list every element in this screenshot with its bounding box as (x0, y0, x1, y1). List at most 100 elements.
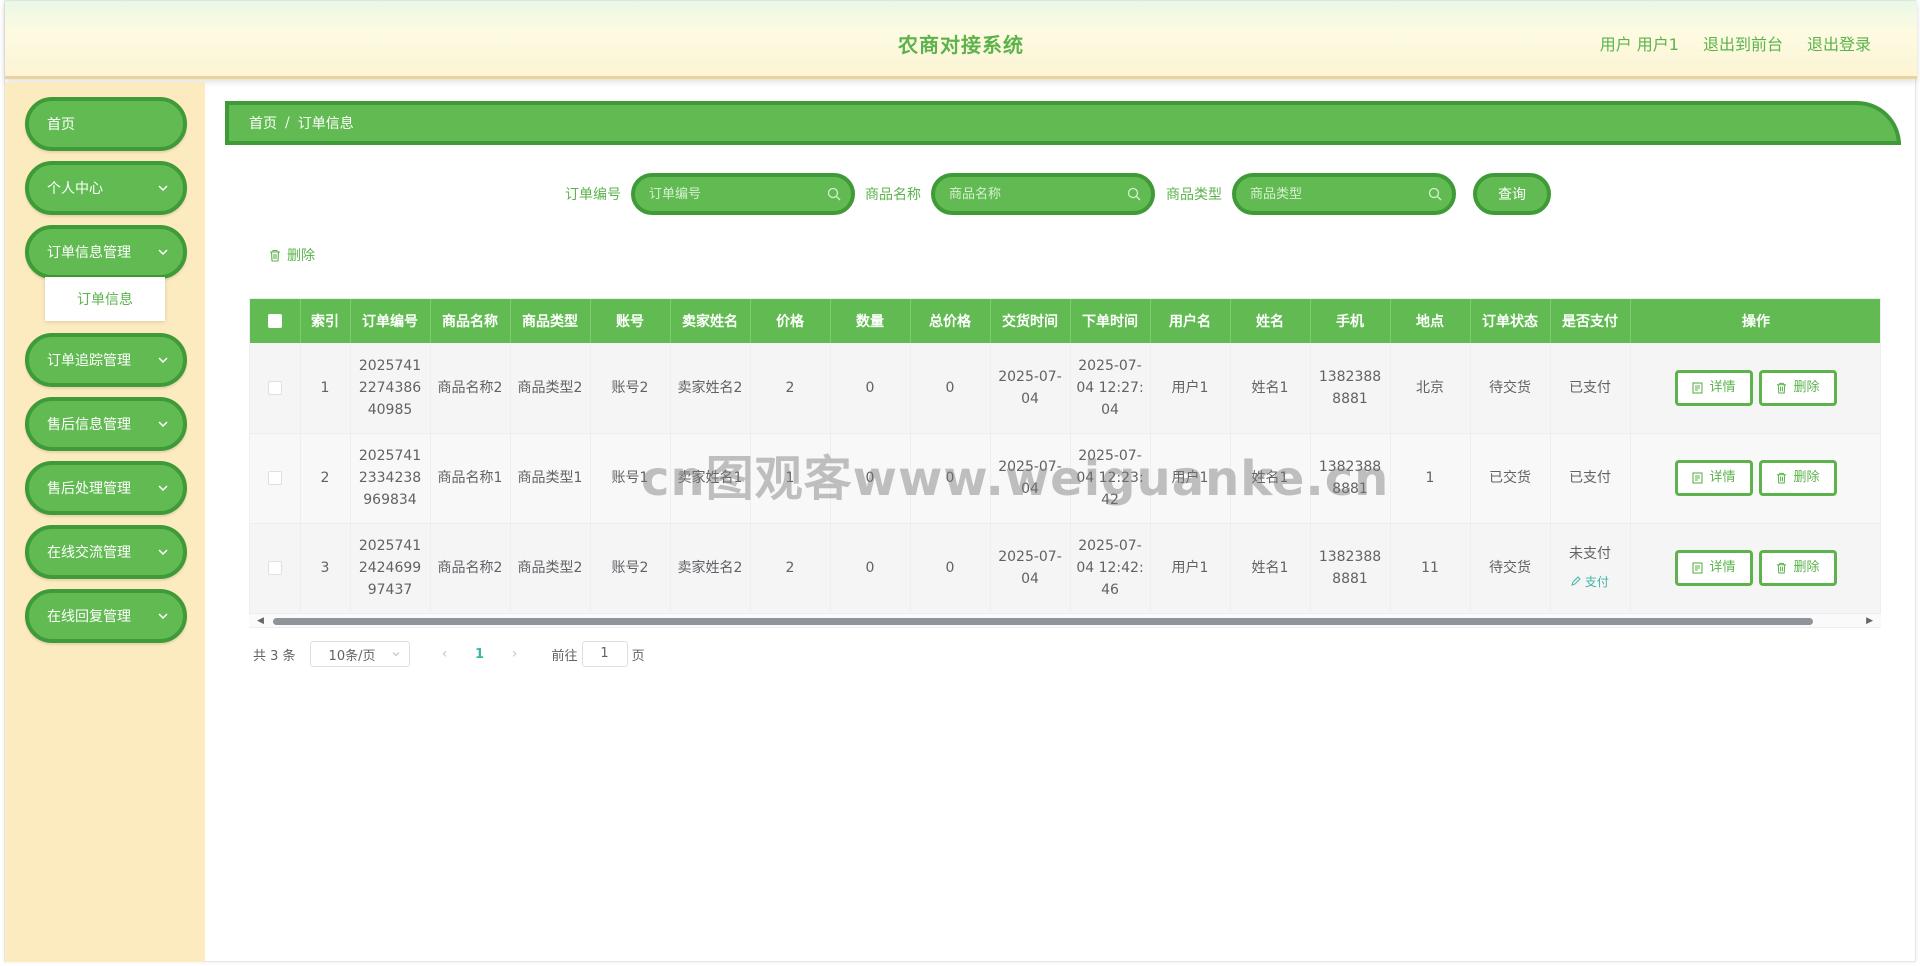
table-cell: 1 (1390, 433, 1471, 524)
sidebar-item-order-tracking[interactable]: 订单追踪管理 (25, 333, 187, 387)
order-no-input[interactable] (635, 177, 851, 211)
sidebar-item-home[interactable]: 首页 (25, 97, 187, 151)
row-actions: 详情 删除 (1630, 433, 1880, 524)
delete-row-button[interactable]: 删除 (1759, 460, 1837, 496)
detail-button-label: 详情 (1709, 379, 1736, 395)
table-cell: 0 (910, 433, 991, 524)
payment-status-text: 未支付 (1569, 546, 1611, 562)
row-checkbox[interactable] (267, 561, 282, 575)
batch-delete-label: 删除 (287, 248, 315, 264)
table-cell: 卖家姓名2 (670, 343, 751, 434)
detail-button-label: 详情 (1709, 470, 1736, 485)
table-cell: 13823888881 (1310, 523, 1391, 614)
sidebar-item-online-reply[interactable]: 在线回复管理 (25, 589, 187, 643)
delete-row-button[interactable]: 删除 (1759, 369, 1837, 406)
page-suffix-label: 页 (631, 648, 645, 664)
table-cell: 0 (910, 523, 991, 614)
table-cell: 0 (830, 343, 911, 434)
product-name-field-wrap (931, 173, 1155, 215)
pay-link[interactable]: 支付 (1555, 571, 1626, 593)
payment-status-cell: 未支付 支付 (1550, 523, 1631, 614)
search-icon (1428, 187, 1442, 201)
delete-button-label: 删除 (1793, 470, 1820, 485)
sidebar-item-label: 订单追踪管理 (47, 353, 131, 369)
sidebar-subitem-order-info[interactable]: 订单信息 (45, 277, 165, 321)
sidebar-item-aftersale-info[interactable]: 售后信息管理 (25, 397, 187, 451)
scrollbar-thumb[interactable] (273, 618, 1813, 625)
sidebar-item-label: 在线回复管理 (47, 609, 131, 625)
next-page-icon[interactable]: › (500, 646, 530, 662)
search-product-type-group: 商品类型 (1166, 173, 1456, 215)
detail-button[interactable]: 详情 (1675, 550, 1753, 586)
table-cell: 11 (1390, 523, 1471, 614)
table-cell: 商品名称1 (430, 433, 511, 524)
table-cell: 姓名1 (1230, 343, 1311, 434)
table-cell: 姓名1 (1230, 523, 1311, 614)
sidebar-item-online-chat[interactable]: 在线交流管理 (25, 525, 187, 579)
chevron-down-icon (158, 421, 168, 428)
table-cell: 账号1 (590, 433, 671, 524)
document-icon (1692, 472, 1704, 484)
table-cell: 0 (910, 343, 991, 434)
column-header: 操作 (1630, 299, 1880, 343)
table-cell: 2025-07-04 12:23:42 (1070, 433, 1151, 524)
column-header: 是否支付 (1550, 299, 1631, 343)
table-cell: 2 (750, 523, 831, 614)
delete-row-button[interactable]: 删除 (1759, 550, 1837, 586)
top-header: 农商对接系统 用户 用户1 退出到前台 退出登录 (5, 1, 1917, 79)
column-header: 用户名 (1150, 299, 1231, 343)
scroll-right-arrow-icon[interactable]: ▶ (1866, 616, 1873, 626)
header-links: 用户 用户1 退出到前台 退出登录 (1600, 31, 1871, 55)
column-header: 索引 (300, 299, 351, 343)
row-checkbox[interactable] (267, 471, 282, 485)
detail-button[interactable]: 详情 (1675, 460, 1753, 496)
prev-page-icon[interactable]: ‹ (430, 646, 460, 662)
column-header: 商品名称 (430, 299, 511, 343)
exit-to-front-link[interactable]: 退出到前台 (1703, 31, 1783, 55)
page-size-value: 10条/页 (328, 648, 376, 664)
header-select-all[interactable] (250, 299, 301, 343)
horizontal-scrollbar[interactable]: ◀ ▶ (249, 613, 1881, 627)
column-header: 卖家姓名 (670, 299, 751, 343)
table-cell: 2025-07-04 12:42:46 (1070, 523, 1151, 614)
breadcrumb-home[interactable]: 首页 (249, 113, 277, 133)
detail-button[interactable]: 详情 (1675, 369, 1753, 406)
row-select-cell (250, 343, 301, 434)
row-select-cell (250, 433, 301, 524)
table-cell: 姓名1 (1230, 433, 1311, 524)
product-name-input[interactable] (935, 177, 1151, 211)
column-header: 总价格 (910, 299, 991, 343)
sidebar-item-label: 在线交流管理 (47, 545, 131, 561)
page-size-select[interactable]: 10条/页 (309, 641, 410, 667)
sidebar-item-order-management[interactable]: 订单信息管理 (25, 225, 187, 279)
chevron-down-icon (158, 549, 168, 556)
app-frame: 农商对接系统 用户 用户1 退出到前台 退出登录 首页 个人中心 订单信息管理 … (4, 0, 1917, 962)
sidebar-item-label: 售后处理管理 (47, 481, 131, 497)
logout-link[interactable]: 退出登录 (1807, 31, 1871, 55)
batch-delete-button[interactable]: 删除 (269, 245, 315, 265)
sidebar-item-label: 订单信息管理 (47, 245, 131, 261)
table-cell: 卖家姓名1 (670, 433, 751, 524)
table-cell: 0 (830, 433, 911, 524)
current-page-number[interactable]: 1 (460, 647, 500, 662)
total-count: 共 3 条 (253, 648, 296, 664)
table-cell: 商品名称2 (430, 523, 511, 614)
sidebar-item-personal-center[interactable]: 个人中心 (25, 161, 187, 215)
table-cell: 2025-07-04 (990, 433, 1071, 524)
table-cell: 13823888881 (1310, 433, 1391, 524)
table-cell: 13823888881 (1310, 343, 1391, 434)
document-icon (1692, 562, 1704, 574)
table-cell: 已支付 (1550, 343, 1631, 434)
chevron-down-icon (158, 249, 168, 256)
product-type-input[interactable] (1236, 177, 1452, 211)
current-user-link[interactable]: 用户 用户1 (1600, 31, 1679, 55)
table-cell: 1 (300, 343, 351, 434)
goto-page-input[interactable]: 1 (581, 641, 628, 667)
query-button[interactable]: 查询 (1473, 173, 1551, 215)
table-cell: 账号2 (590, 343, 671, 434)
row-checkbox[interactable] (267, 380, 282, 395)
scroll-left-arrow-icon[interactable]: ◀ (257, 616, 264, 626)
select-all-checkbox[interactable] (267, 314, 282, 328)
sidebar-item-aftersale-handling[interactable]: 售后处理管理 (25, 461, 187, 515)
column-header: 姓名 (1230, 299, 1311, 343)
